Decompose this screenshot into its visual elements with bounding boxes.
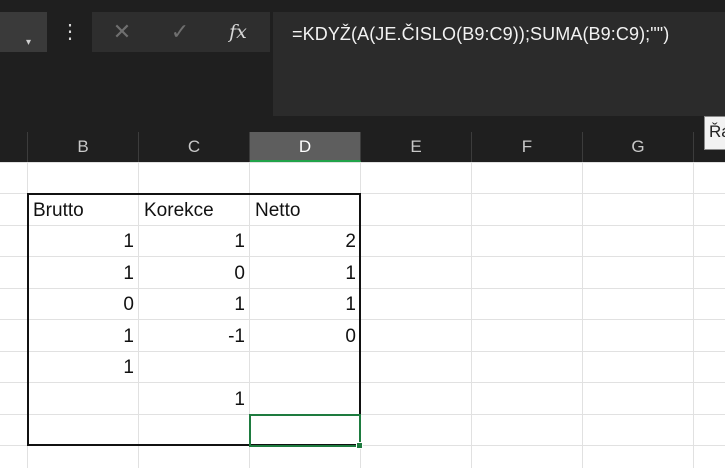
table-border xyxy=(27,193,361,446)
fill-handle[interactable] xyxy=(356,442,363,449)
gridline xyxy=(582,162,583,468)
formula-text[interactable]: =KDYŽ(A(JE.ČISLO(B9:C9));SUMA(B9:C9);"") xyxy=(292,24,669,45)
column-header-b[interactable]: B xyxy=(28,132,139,162)
column-header-a-partial[interactable] xyxy=(0,132,28,162)
tooltip: Řá xyxy=(704,116,725,150)
enter-check-icon[interactable]: ✓ xyxy=(162,12,198,52)
tooltip-text: Řá xyxy=(709,122,725,141)
insert-function-button[interactable]: fx xyxy=(220,12,256,52)
column-header-g[interactable]: G xyxy=(583,132,694,162)
formula-bar-area: ▾ ⋮ ✕ ✓ fx =KDYŽ(A(JE.ČISLO(B9:C9));SUMA… xyxy=(0,0,725,132)
column-headers: B C D E F G xyxy=(0,132,725,162)
formula-buttons: ✕ ✓ fx xyxy=(92,12,270,52)
gridline xyxy=(693,162,694,468)
chevron-down-icon[interactable]: ▾ xyxy=(26,38,31,48)
cancel-icon[interactable]: ✕ xyxy=(104,12,140,52)
gridline xyxy=(471,162,472,468)
column-header-d[interactable]: D xyxy=(250,132,361,162)
active-cell-selection[interactable] xyxy=(249,414,361,447)
more-options-icon[interactable]: ⋮ xyxy=(60,20,80,44)
column-header-f[interactable]: F xyxy=(472,132,583,162)
formula-input[interactable]: =KDYŽ(A(JE.ČISLO(B9:C9));SUMA(B9:C9);"") xyxy=(273,12,725,116)
column-header-e[interactable]: E xyxy=(361,132,472,162)
gridline xyxy=(0,162,725,163)
column-header-c[interactable]: C xyxy=(139,132,250,162)
worksheet-grid[interactable]: Brutto Korekce Netto 1 1 2 1 0 1 0 1 1 1… xyxy=(0,162,725,468)
name-box[interactable]: ▾ xyxy=(0,12,47,52)
